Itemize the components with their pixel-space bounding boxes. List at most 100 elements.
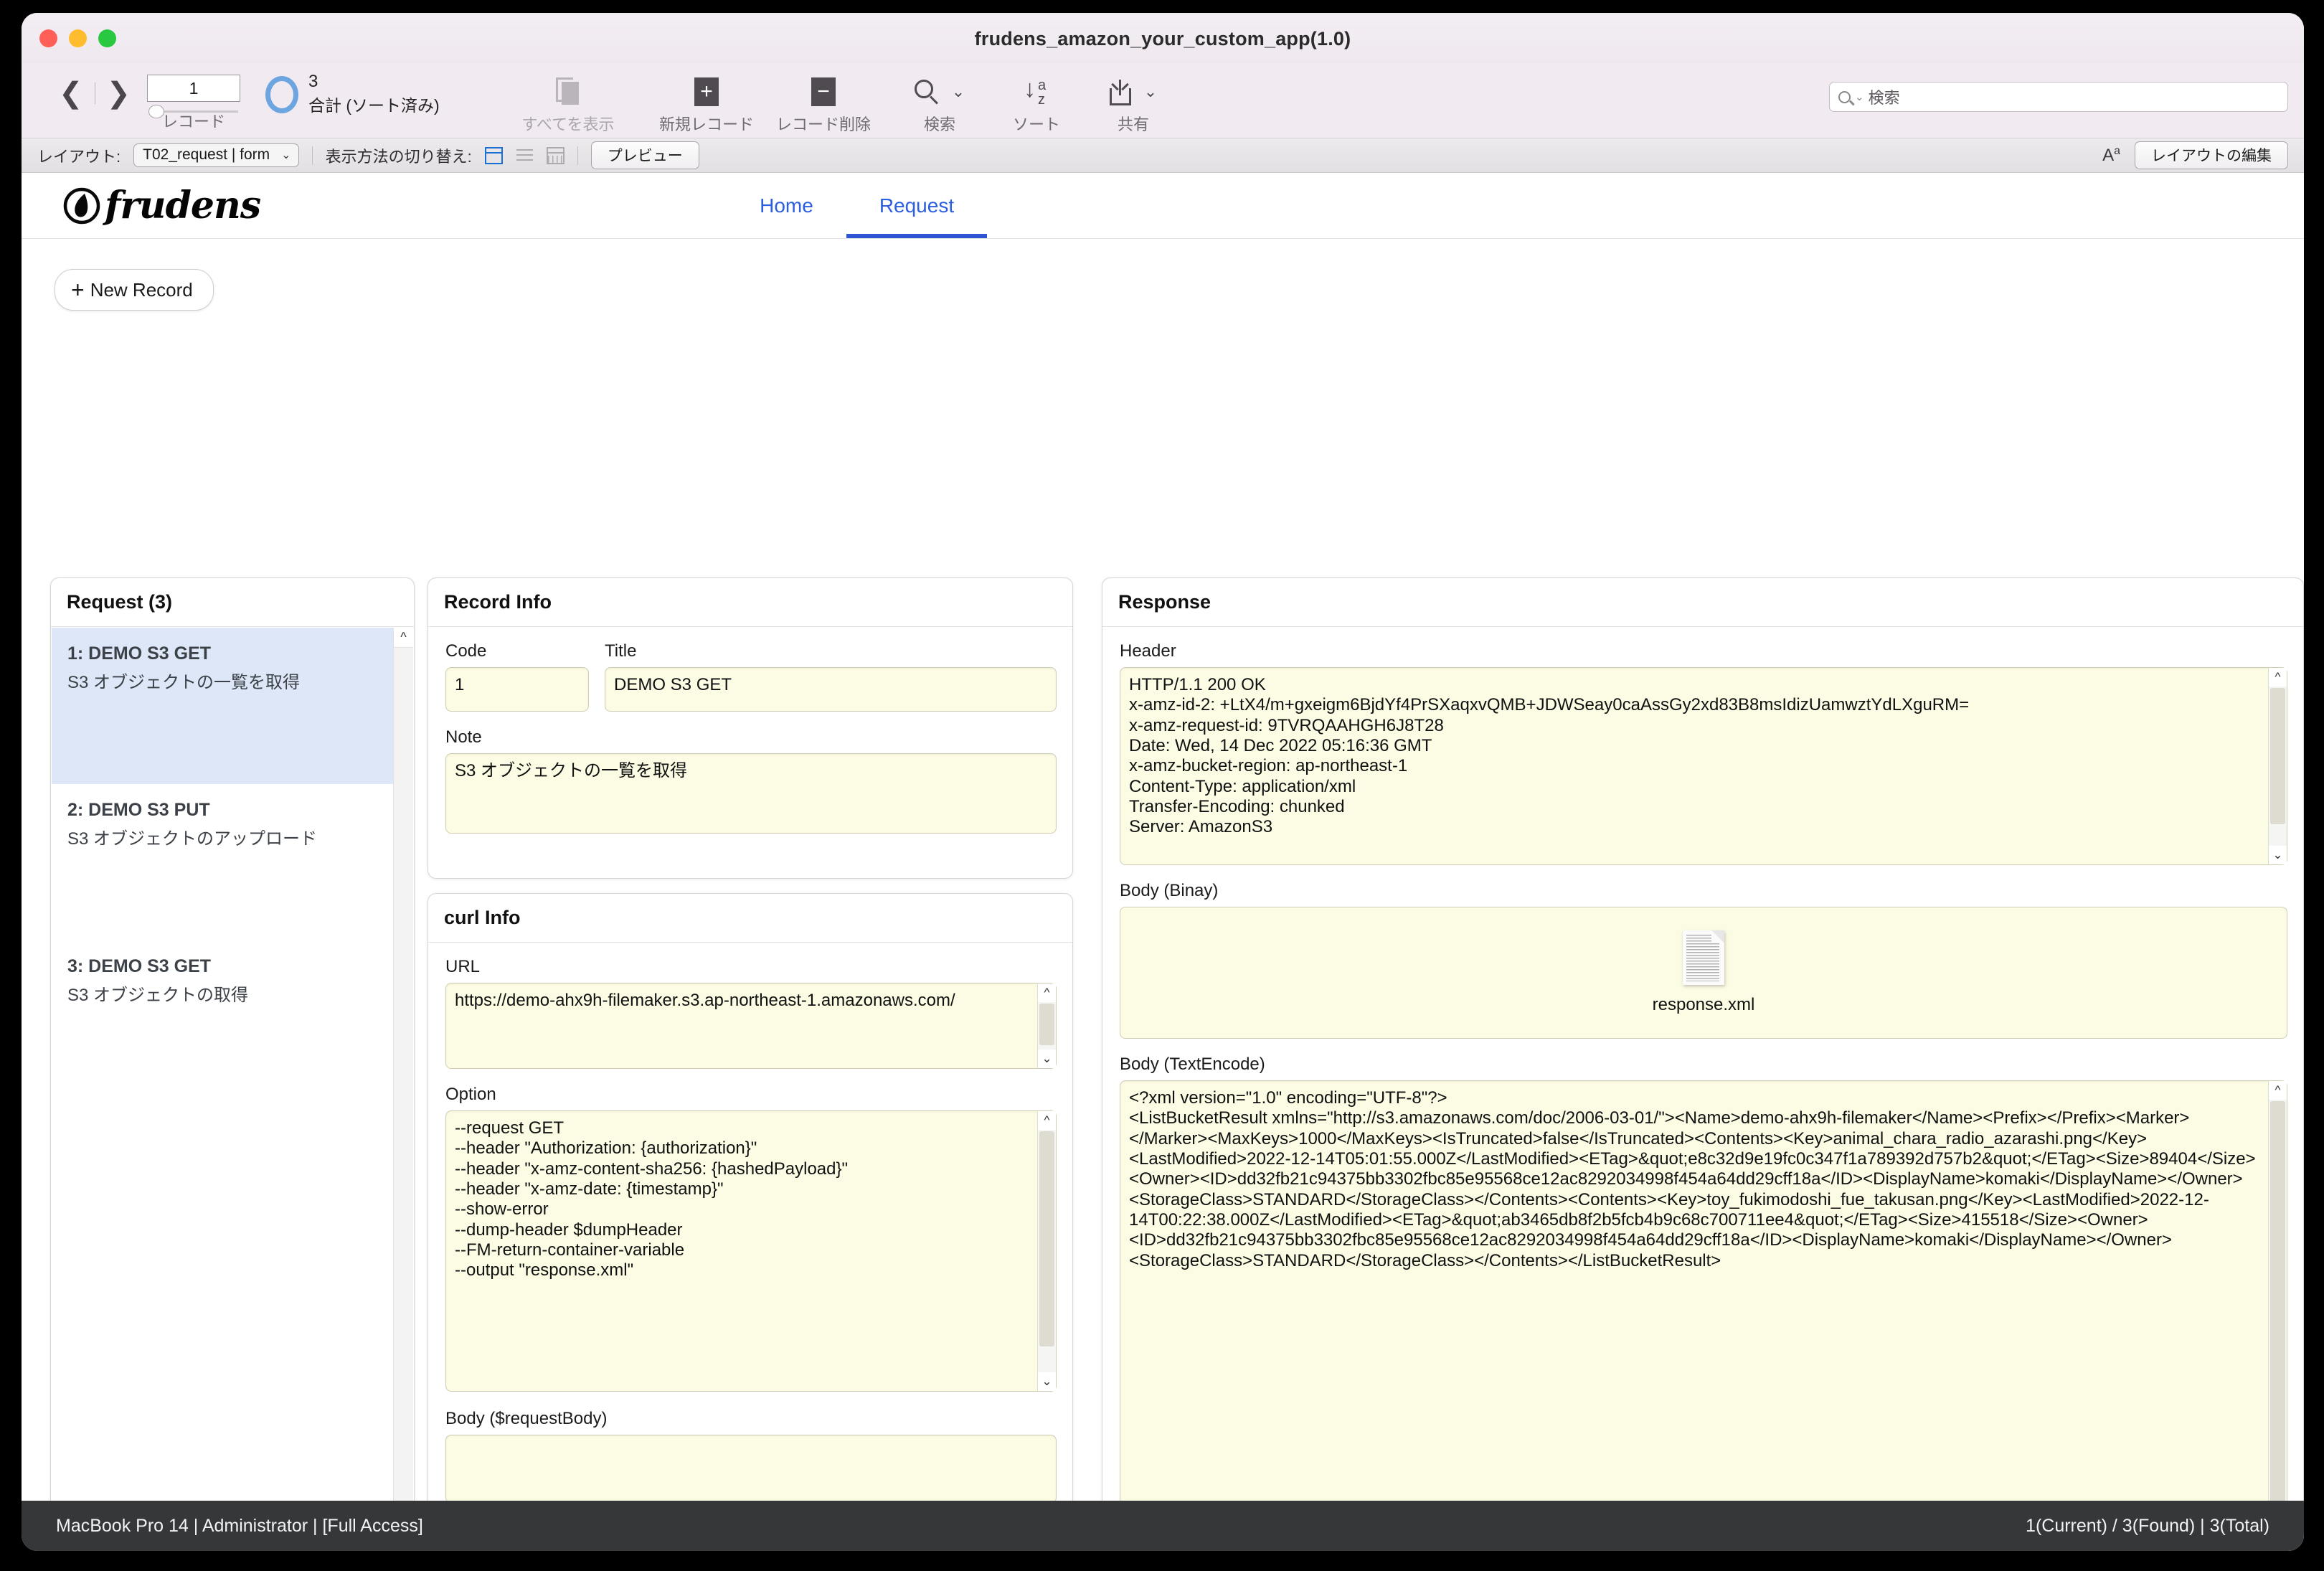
frudens-logo-mark [63,187,100,225]
option-label: Option [445,1085,1057,1105]
list-item-subtitle: S3 オブジェクトの取得 [67,981,397,1006]
preview-button[interactable]: プレビュー [591,141,699,169]
curl-info-title: curl Info [428,894,1072,943]
scroll-up-icon[interactable]: ^ [1038,1111,1056,1130]
tab-request[interactable]: Request [846,173,987,238]
layout-select[interactable]: T02_request | form ⌄ [133,143,298,167]
response-header-scrollbar[interactable]: ^ ⌄ [2268,668,2287,864]
found-set-pie-icon [265,76,298,113]
search-icon [1838,91,1851,103]
scroll-up-icon[interactable]: ^ [2269,1081,2287,1100]
response-header-label: Header [1120,641,2287,661]
scroll-up-icon[interactable]: ^ [2269,668,2287,687]
scroll-thumb[interactable] [2270,688,2285,824]
form-view-icon[interactable] [485,147,503,164]
chevron-down-icon[interactable]: ⌄ [952,82,965,101]
app-body: + New Record Request (3) 1: DEMO S3 GET … [22,239,2304,1531]
response-header-wrap: HTTP/1.1 200 OK x-amz-id-2: +LtX4/m+gxei… [1120,667,2287,865]
option-scrollbar[interactable]: ^ ⌄ [1037,1111,1056,1391]
text-size-icon[interactable]: Aa [2102,145,2120,166]
title-input[interactable]: DEMO S3 GET [605,667,1057,712]
url-field-wrap: https://demo-ahx9h-filemaker.s3.ap-north… [445,983,1057,1069]
code-label: Code [445,641,589,661]
list-item[interactable]: 1: DEMO S3 GET S3 オブジェクトの一覧を取得 [52,628,413,784]
chevron-down-icon[interactable]: ⌄ [1144,82,1157,101]
minus-square-icon: − [759,75,888,109]
scroll-down-icon[interactable]: ⌄ [1038,1372,1056,1391]
list-item[interactable]: 2: DEMO S3 PUT S3 オブジェクトのアップロード [52,784,413,940]
status-bar: MacBook Pro 14 | Administrator | [Full A… [22,1501,2304,1551]
scroll-up-icon[interactable]: ^ [1038,983,1056,1002]
code-input[interactable]: 1 [445,667,589,712]
share-button[interactable]: ⌄ 共有 [1069,75,1198,135]
list-view-icon[interactable] [516,147,534,164]
scroll-thumb[interactable] [1039,1004,1054,1045]
request-list: 1: DEMO S3 GET S3 オブジェクトの一覧を取得 2: DEMO S… [52,628,413,1550]
request-body-input[interactable] [445,1435,1057,1504]
response-text-scrollbar[interactable]: ^ ⌄ [2268,1081,2287,1544]
show-all-records-button[interactable]: すべてを表示 [504,75,633,135]
previous-record-icon[interactable]: ❮ [59,79,83,108]
edit-layout-button[interactable]: レイアウトの編集 [2135,141,2288,169]
response-text-wrap: <?xml version="1.0" encoding="UTF-8"?> <… [1120,1080,2287,1545]
tab-home[interactable]: Home [727,173,846,238]
share-icon: ⌄ [1069,75,1198,109]
new-record-button[interactable]: + 新規レコード [646,75,767,135]
list-item-title: 2: DEMO S3 PUT [67,800,397,821]
new-record-label: 新規レコード [646,112,767,135]
chevron-down-icon[interactable]: ⌄ [1855,90,1864,103]
record-navigation: ❮ ❯ [59,79,131,108]
layout-label: レイアウト: [37,144,121,167]
response-text-label: Body (TextEncode) [1120,1055,2287,1075]
response-text-body[interactable]: <?xml version="1.0" encoding="UTF-8"?> <… [1120,1080,2287,1545]
response-binary-container[interactable]: response.xml [1120,907,2287,1039]
response-binary-filename: response.xml [1653,995,1755,1015]
next-record-icon[interactable]: ❯ [107,79,131,108]
scroll-down-icon[interactable]: ⌄ [2269,846,2287,864]
plus-square-icon: + [646,75,767,109]
window-titlebar: frudens_amazon_your_custom_app(1.0) [22,13,2304,63]
request-list-card: Request (3) 1: DEMO S3 GET S3 オブジェクトの一覧を… [50,577,415,1551]
request-body-label: Body ($requestBody) [445,1409,1057,1429]
record-label: レコード [147,109,240,132]
app-nav-tabs: Home Request [727,173,987,238]
chevron-down-icon: ⌄ [281,148,290,162]
list-item[interactable]: 3: DEMO S3 GET S3 オブジェクトの取得 [52,940,413,1097]
show-all-icon [504,75,633,109]
window-title: frudens_amazon_your_custom_app(1.0) [22,28,2304,50]
list-item-title: 3: DEMO S3 GET [67,956,397,977]
app-window: frudens_amazon_your_custom_app(1.0) ❮ ❯ … [22,13,2304,1551]
url-input[interactable]: https://demo-ahx9h-filemaker.s3.ap-north… [445,983,1057,1069]
scroll-up-icon[interactable]: ^ [394,628,413,648]
app-header: frudens Home Request [22,173,2304,239]
new-record-label: New Record [90,279,193,301]
show-all-label: すべてを表示 [504,112,633,135]
response-header-text[interactable]: HTTP/1.1 200 OK x-amz-id-2: +LtX4/m+gxei… [1120,667,2287,865]
scroll-thumb[interactable] [2270,1101,2285,1503]
record-number-input[interactable]: 1 [147,75,240,102]
title-label: Title [605,641,1057,661]
status-right-text: 1(Current) / 3(Found) | 3(Total) [2026,1516,2269,1537]
xml-file-icon [1683,930,1724,985]
share-label: 共有 [1069,112,1198,135]
layout-bar: レイアウト: T02_request | form ⌄ 表示方法の切り替え: プ… [22,138,2304,173]
total-record-label: 合計 (ソート済み) [308,92,440,116]
record-info-card: Record Info Code 1 Title DEMO S3 GET Not… [428,577,1073,879]
scroll-thumb[interactable] [1039,1131,1054,1346]
note-label: Note [445,727,1057,747]
request-list-scrollbar[interactable]: ^ ⌄ [393,628,413,1550]
note-input[interactable]: S3 オブジェクトの一覧を取得 [445,753,1057,834]
table-view-icon[interactable] [547,147,565,164]
search-placeholder: 検索 [1869,85,1900,108]
list-item-subtitle: S3 オブジェクトの一覧を取得 [67,668,397,693]
scroll-down-icon[interactable]: ⌄ [1038,1049,1056,1068]
new-record-button[interactable]: + New Record [55,269,214,311]
status-left-text: MacBook Pro 14 | Administrator | [Full A… [56,1516,423,1537]
option-input[interactable]: --request GET --header "Authorization: {… [445,1110,1057,1392]
divider [312,146,313,165]
toolbar-search-input[interactable]: ⌄ 検索 [1829,82,2288,112]
delete-record-button[interactable]: − レコード削除 [759,75,888,135]
url-scrollbar[interactable]: ^ ⌄ [1037,983,1056,1068]
list-item-title: 1: DEMO S3 GET [67,643,397,664]
response-title: Response [1102,578,2303,627]
